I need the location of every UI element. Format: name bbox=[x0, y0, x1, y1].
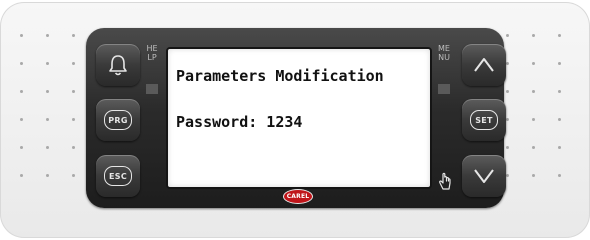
prg-button[interactable]: PRG bbox=[96, 99, 140, 141]
grille-dot bbox=[558, 90, 561, 93]
grille-dot bbox=[72, 146, 75, 149]
grille-dot bbox=[506, 34, 509, 37]
grille-dot bbox=[20, 174, 23, 177]
password-line: Password: 1234 bbox=[176, 113, 303, 131]
grille-dot bbox=[72, 90, 75, 93]
grille-dot bbox=[46, 90, 49, 93]
hand-icon bbox=[438, 172, 452, 192]
grille-dot bbox=[506, 174, 509, 177]
grille-dot bbox=[558, 146, 561, 149]
esc-button-label: ESC bbox=[104, 166, 132, 186]
grille-dot bbox=[72, 34, 75, 37]
grille-dot bbox=[20, 146, 23, 149]
help-label: HELP bbox=[146, 44, 158, 62]
grille-dot bbox=[532, 34, 535, 37]
menu-indicator-tab bbox=[438, 84, 450, 94]
esc-button[interactable]: ESC bbox=[96, 155, 140, 197]
prg-button-label: PRG bbox=[104, 110, 132, 130]
lcd-screen: Parameters Modification Password: 1234 bbox=[166, 47, 432, 189]
grille-dot bbox=[20, 90, 23, 93]
grille-dot bbox=[532, 62, 535, 65]
down-button[interactable] bbox=[462, 155, 506, 197]
device-shell: PRG ESC HELP MENU Parameters Modificatio… bbox=[0, 2, 590, 238]
grille-dot bbox=[532, 118, 535, 121]
bell-icon bbox=[107, 53, 129, 77]
grille-dot bbox=[558, 174, 561, 177]
left-dot-grid bbox=[20, 34, 92, 194]
up-button[interactable] bbox=[462, 44, 506, 86]
right-dot-grid bbox=[506, 34, 578, 194]
menu-label: MENU bbox=[438, 44, 450, 62]
grille-dot bbox=[558, 34, 561, 37]
grille-dot bbox=[72, 62, 75, 65]
grille-dot bbox=[72, 118, 75, 121]
carel-logo: CAREL bbox=[283, 189, 313, 204]
grille-dot bbox=[46, 118, 49, 121]
chevron-up-icon bbox=[473, 57, 495, 73]
set-button-label: SET bbox=[470, 110, 498, 130]
grille-dot bbox=[532, 146, 535, 149]
grille-dot bbox=[46, 146, 49, 149]
grille-dot bbox=[72, 174, 75, 177]
grille-dot bbox=[506, 146, 509, 149]
grille-dot bbox=[532, 174, 535, 177]
grille-dot bbox=[506, 118, 509, 121]
screen-title: Parameters Modification bbox=[176, 67, 384, 85]
grille-dot bbox=[558, 62, 561, 65]
help-indicator-tab bbox=[146, 84, 158, 94]
chevron-down-icon bbox=[473, 168, 495, 184]
grille-dot bbox=[20, 62, 23, 65]
alarm-button[interactable] bbox=[96, 44, 140, 86]
set-button[interactable]: SET bbox=[462, 99, 506, 141]
grille-dot bbox=[46, 62, 49, 65]
grille-dot bbox=[506, 90, 509, 93]
grille-dot bbox=[20, 118, 23, 121]
grille-dot bbox=[506, 62, 509, 65]
grille-dot bbox=[558, 118, 561, 121]
grille-dot bbox=[46, 34, 49, 37]
grille-dot bbox=[532, 90, 535, 93]
grille-dot bbox=[46, 174, 49, 177]
grille-dot bbox=[20, 34, 23, 37]
